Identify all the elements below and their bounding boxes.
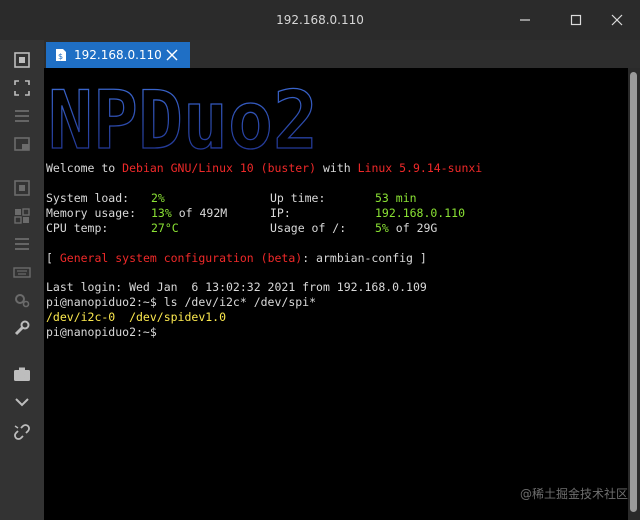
system-load-value: 2% (151, 191, 165, 205)
layout-grid-icon[interactable] (12, 206, 32, 226)
settings-gears-icon[interactable] (12, 290, 32, 310)
last-login-line: Last login: Wed Jan 6 13:02:32 2021 from… (46, 280, 427, 294)
unlink-icon[interactable] (12, 422, 32, 442)
camera-icon[interactable] (12, 364, 32, 384)
menu-icon[interactable] (12, 106, 32, 126)
keyboard-icon[interactable] (12, 262, 32, 282)
usage-label: Usage of /: (270, 221, 347, 235)
fullscreen-icon[interactable] (12, 78, 32, 98)
screenshot-region-icon[interactable] (12, 50, 32, 70)
watermark: @稀土掘金技术社区 (519, 487, 628, 501)
close-tab-icon[interactable] (164, 47, 180, 63)
ip-value: 192.168.0.110 (375, 206, 466, 220)
up-time-value: 53 min (375, 191, 417, 205)
tab-session[interactable]: $ 192.168.0.110 (46, 42, 190, 68)
terminal-tab-icon: $ (56, 49, 66, 61)
memory-label: Memory usage: (46, 206, 137, 220)
scrollbar[interactable] (628, 68, 640, 520)
command-line: pi@nanopiduo2:~$ ls /dev/i2c* /dev/spi* (46, 295, 317, 309)
ascii-banner: NPDuo2 (47, 80, 318, 156)
config-line: [ General system configuration (beta): a… (46, 251, 427, 265)
minimize-button[interactable] (502, 0, 548, 40)
ip-label: IP: (270, 206, 291, 220)
system-load-row: System load: (46, 191, 130, 205)
title-bar: 192.168.0.110 (0, 0, 640, 40)
tab-bar: $ 192.168.0.110 (44, 40, 640, 68)
sidebar-toolbar (0, 40, 44, 520)
maximize-button[interactable] (553, 0, 599, 40)
command-output: /dev/i2c-0 /dev/spidev1.0 (46, 310, 227, 324)
cpu-temp-label: CPU temp: (46, 221, 109, 235)
close-window-button[interactable] (594, 0, 640, 40)
tab-label: 192.168.0.110 (74, 48, 162, 62)
cpu-temp-value: 27°C (151, 221, 179, 235)
memory-value: 13% of 492M (151, 206, 228, 220)
wrench-icon[interactable] (12, 318, 32, 338)
up-time-label: Up time: (270, 191, 326, 205)
welcome-line: Welcome to Debian GNU/Linux 10 (buster) … (46, 161, 483, 175)
prompt-line: pi@nanopiduo2:~$ (46, 325, 157, 339)
scrollbar-thumb[interactable] (630, 72, 637, 512)
capture-icon[interactable] (12, 178, 32, 198)
list-icon[interactable] (12, 234, 32, 254)
banner-text: NPDuo2 (48, 80, 318, 156)
usage-value: 5% of 29G (375, 221, 438, 235)
terminal-output[interactable]: NPDuo2 Welcome to Debian GNU/Linux 10 (b… (44, 68, 628, 520)
svg-text:$: $ (58, 52, 63, 61)
window-split-icon[interactable] (12, 134, 32, 154)
chevron-down-icon[interactable] (12, 392, 32, 412)
